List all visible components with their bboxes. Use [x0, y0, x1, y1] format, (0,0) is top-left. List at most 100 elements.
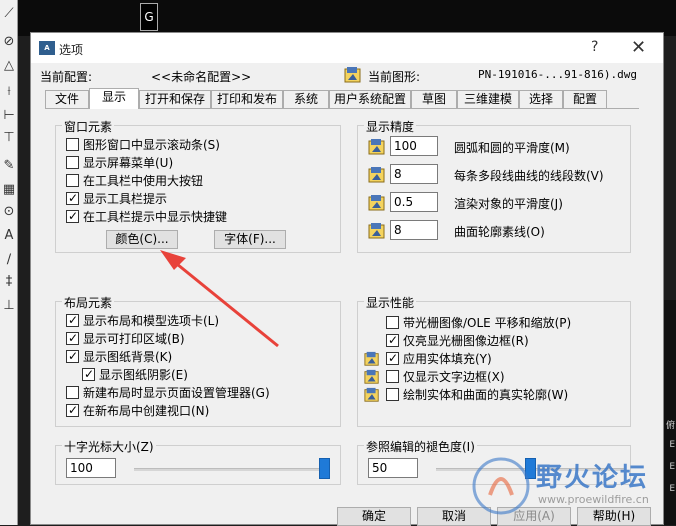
checkbox-label: 在工具栏中使用大按钮 — [83, 174, 204, 188]
crosshair-slider-track[interactable] — [134, 468, 330, 471]
large-buttons-checkbox[interactable]: 在工具栏中使用大按钮 — [66, 172, 203, 189]
paper-background-checkbox[interactable]: ✓ 显示图纸背景(K) — [66, 348, 172, 365]
render-smoothness-row: 0.5 渲染对象的平滑度(J) — [368, 192, 618, 214]
current-drawing-value: PN-191016-...91-816).dwg — [478, 68, 637, 81]
checkbox-box: ✓ — [66, 331, 79, 345]
raster-frame-checkbox[interactable]: ✓ 仅亮显光栅图像边框(R) — [386, 332, 529, 349]
checkbox-label: 显示布局和模型选项卡(L) — [83, 314, 220, 328]
tab-selection[interactable]: 选择 — [519, 90, 563, 108]
pencil-tool-icon[interactable]: ∕ — [1, 252, 17, 268]
display-tab-panel: 窗口元素 图形窗口中显示滚动条(S) 显示屏幕菜单(U) 在工具栏中使用大按钮 … — [45, 109, 639, 497]
arc-smoothness-row: 100 圆弧和圆的平滑度(M) — [368, 136, 618, 158]
check-mark-icon: ✓ — [388, 351, 399, 365]
check-mark-icon: ✓ — [68, 313, 79, 327]
align-tool-icon[interactable]: ⊢ — [1, 108, 17, 124]
checkbox-box: ✓ — [66, 209, 79, 223]
center-tool-icon[interactable]: ⊙ — [1, 204, 17, 220]
check-mark-icon: ✓ — [68, 349, 79, 363]
tab-system[interactable]: 系统 — [283, 90, 329, 108]
current-profile-value: <<未命名配置>> — [151, 70, 252, 84]
page-setup-manager-checkbox[interactable]: 新建布局时显示页面设置管理器(G) — [66, 384, 270, 401]
arc-smoothness-input[interactable]: 100 — [390, 136, 438, 156]
grid-tool-icon[interactable]: ▦ — [1, 182, 17, 198]
cancel-button[interactable]: 取消 — [417, 507, 491, 526]
crosshair-size-input[interactable]: 100 — [66, 458, 116, 478]
checkbox-label: 新建布局时显示页面设置管理器(G) — [83, 386, 270, 400]
solid-fill-checkbox[interactable]: ✓ 应用实体填充(Y) — [386, 350, 492, 367]
checkbox-box — [386, 316, 399, 329]
crosshair-slider-thumb[interactable] — [319, 458, 330, 479]
tab-files[interactable]: 文件 — [45, 90, 89, 108]
group-title: 十字光标大小(Z) — [62, 438, 156, 455]
layout-elements-group: 布局元素 ✓ 显示布局和模型选项卡(L) ✓ 显示可打印区域(B) ✓ 显示图纸背景(… — [55, 294, 341, 427]
measure-tool-icon[interactable]: ⊥ — [1, 298, 17, 314]
checkbox-box — [66, 156, 79, 169]
paper-shadow-checkbox[interactable]: ✓ 显示图纸阴影(E) — [82, 366, 188, 383]
edit-tool-icon[interactable]: ✎ — [1, 158, 17, 174]
ok-button[interactable]: 确定 — [337, 507, 411, 526]
text-tool-icon[interactable]: A — [1, 228, 17, 244]
spacing-tool-icon[interactable]: ‡ — [1, 274, 17, 290]
polyline-segments-input[interactable]: 8 — [390, 164, 438, 184]
layout-tabs-checkbox[interactable]: ✓ 显示布局和模型选项卡(L) — [66, 312, 219, 329]
tab-drafting[interactable]: 草图 — [411, 90, 457, 108]
help-button[interactable]: 帮助(H) — [577, 507, 651, 526]
tab-display[interactable]: 显示 — [89, 88, 139, 109]
options-tabs: 文件 显示 打开和保存 打印和发布 系统 用户系统配置 草图 三维建模 选择 配… — [45, 88, 625, 109]
close-icon[interactable]: ✕ — [631, 37, 646, 58]
contour-lines-input[interactable]: 8 — [390, 220, 438, 240]
arc-smoothness-label: 圆弧和圆的平滑度(M) — [454, 141, 570, 155]
checkbox-label: 显示屏幕菜单(U) — [83, 156, 174, 170]
tab-3d-modeling[interactable]: 三维建模 — [457, 90, 519, 108]
text-frame-checkbox[interactable]: 仅显示文字边框(X) — [386, 368, 505, 385]
dimension-tool-icon[interactable]: ⟊ — [1, 84, 17, 100]
create-viewport-checkbox[interactable]: ✓ 在新布局中创建视口(N) — [66, 402, 209, 419]
group-title: 窗口元素 — [62, 118, 115, 135]
fonts-button[interactable]: 字体(F)... — [214, 230, 286, 249]
true-silhouettes-checkbox[interactable]: 绘制实体和曲面的真实轮廓(W) — [386, 386, 568, 403]
tooltips-checkbox[interactable]: ✓ 显示工具栏提示 — [66, 190, 167, 207]
apply-button[interactable]: 应用(A) — [497, 507, 571, 526]
checkbox-label: 仅亮显光栅图像边框(R) — [403, 334, 529, 348]
dialog-titlebar[interactable]: A 选项 ? ✕ — [31, 33, 663, 63]
group-title: 布局元素 — [62, 294, 115, 311]
fade-slider-thumb[interactable] — [524, 458, 536, 479]
raster-pan-zoom-checkbox[interactable]: 带光栅图像/OLE 平移和缩放(P) — [386, 314, 571, 331]
colors-button[interactable]: 颜色(C)... — [106, 230, 178, 249]
view-label: 俯 — [665, 421, 675, 431]
polygon-tool-icon[interactable]: △ — [1, 58, 17, 74]
current-profile-label: 当前配置: — [40, 70, 93, 84]
screen-menu-checkbox[interactable]: 显示屏幕菜单(U) — [66, 154, 173, 171]
shortcut-keys-checkbox[interactable]: ✓ 在工具栏提示中显示快捷键 — [66, 208, 227, 225]
cad-right-strip: 俯 E E E — [664, 300, 676, 525]
axis-label: E — [669, 462, 675, 472]
draw-tool-icon[interactable]: ⟋ — [1, 6, 17, 22]
group-title: 参照编辑的褪色度(I) — [364, 438, 477, 455]
checkbox-label: 在新布局中创建视口(N) — [83, 404, 210, 418]
render-smoothness-input[interactable]: 0.5 — [390, 192, 438, 212]
tab-user-preferences[interactable]: 用户系统配置 — [329, 90, 411, 108]
checkbox-box: ✓ — [66, 403, 79, 417]
checkbox-label: 显示图纸阴影(E) — [99, 368, 188, 382]
polyline-segments-row: 8 每条多段线曲线的线段数(V) — [368, 164, 618, 186]
axis-label: E — [669, 440, 675, 450]
display-resolution-group: 显示精度 100 圆弧和圆的平滑度(M) 8 每条多段线曲线的线段数(V) 0.… — [357, 118, 631, 253]
tab-plot-publish[interactable]: 打印和发布 — [211, 90, 283, 108]
checkbox-box: ✓ — [66, 313, 79, 327]
printable-area-checkbox[interactable]: ✓ 显示可打印区域(B) — [66, 330, 185, 347]
drawing-setting-icon — [364, 351, 379, 366]
tab-profiles[interactable]: 配置 — [563, 90, 607, 108]
crosshair-size-group: 十字光标大小(Z) 100 — [55, 438, 341, 485]
checkbox-box: ✓ — [82, 367, 95, 381]
circle-tool-icon[interactable]: ⊘ — [1, 34, 17, 50]
tab-open-save[interactable]: 打开和保存 — [139, 90, 211, 108]
checkbox-box — [66, 386, 79, 399]
cad-command-bar: G — [18, 0, 676, 36]
help-icon[interactable]: ? — [591, 39, 598, 55]
checkbox-label: 应用实体填充(Y) — [403, 352, 492, 366]
fade-intensity-input[interactable]: 50 — [368, 458, 418, 478]
polyline-segments-label: 每条多段线曲线的线段数(V) — [454, 169, 604, 183]
scrollbars-checkbox[interactable]: 图形窗口中显示滚动条(S) — [66, 136, 220, 153]
vertical-tool-icon[interactable]: ⊤ — [1, 130, 17, 146]
contour-lines-label: 曲面轮廓素线(O) — [454, 225, 545, 239]
